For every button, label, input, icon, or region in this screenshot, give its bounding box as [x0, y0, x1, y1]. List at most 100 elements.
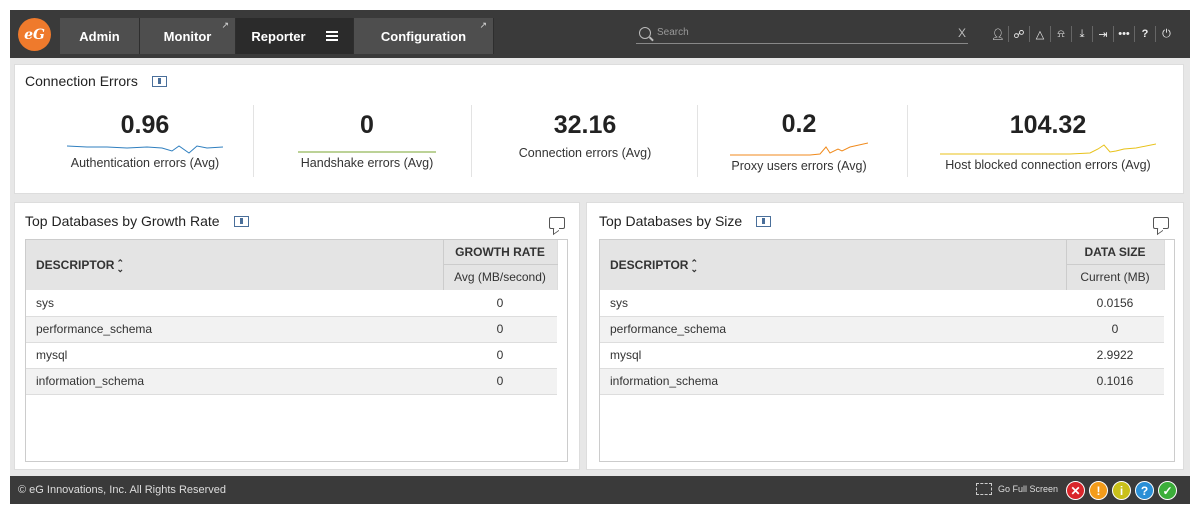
- scrollbar-gutter: [1163, 240, 1174, 290]
- sort-icon[interactable]: ⌃ ⌄: [690, 258, 698, 273]
- monitor-icon[interactable]: [151, 75, 167, 87]
- power-icon[interactable]: ⏻: [1156, 26, 1177, 42]
- metric-label: Handshake errors (Avg): [300, 156, 434, 170]
- table-row[interactable]: sys 0.0156: [600, 290, 1174, 317]
- divider: [697, 105, 698, 177]
- scrollbar-gutter: [1164, 368, 1174, 394]
- fullscreen-label: Go Full Screen: [998, 484, 1059, 494]
- user-icon[interactable]: 👤︎: [988, 26, 1009, 42]
- panel-title: Connection Errors: [25, 73, 167, 89]
- descriptor-header[interactable]: DESCRIPTOR ⌃ ⌄: [26, 240, 444, 290]
- search-icon[interactable]: [639, 26, 651, 39]
- scrollbar-gutter: [1164, 342, 1174, 368]
- critical-status-icon[interactable]: ✕: [1066, 481, 1085, 500]
- descriptor-header[interactable]: DESCRIPTOR ⌃ ⌄: [600, 240, 1067, 290]
- logo-text: eG: [24, 26, 45, 43]
- logout-icon[interactable]: ⇥: [1093, 26, 1114, 42]
- scrollbar-gutter: [557, 368, 567, 394]
- eg-logo[interactable]: eG: [18, 18, 51, 51]
- go-full-screen-button[interactable]: Go Full Screen: [976, 483, 1058, 495]
- fullscreen-icon: [976, 483, 992, 495]
- table-row[interactable]: information_schema 0.1016: [600, 368, 1174, 395]
- monitor-icon[interactable]: [756, 215, 772, 227]
- row-descriptor: information_schema: [26, 368, 443, 395]
- help-icon[interactable]: ?: [1135, 26, 1156, 42]
- row-descriptor: information_schema: [600, 368, 1066, 395]
- alert-icon[interactable]: △: [1030, 26, 1051, 42]
- table-row[interactable]: sys 0: [26, 290, 567, 317]
- sparkline: [730, 142, 868, 156]
- scrollbar-gutter: [557, 316, 567, 342]
- divider: [471, 105, 472, 177]
- major-status-icon[interactable]: !: [1089, 481, 1108, 500]
- external-link-icon[interactable]: ↗: [479, 20, 487, 31]
- table-row[interactable]: mysql 0: [26, 342, 567, 369]
- metric-label: Authentication errors (Avg): [70, 156, 220, 170]
- tab-admin[interactable]: Admin: [60, 18, 140, 54]
- footer-bar: © eG Innovations, Inc. All Rights Reserv…: [10, 476, 1190, 504]
- unknown-status-icon[interactable]: ?: [1135, 481, 1154, 500]
- row-value: 0: [1066, 316, 1164, 343]
- top-nav-bar: eG Admin Monitor ↗ Reporter Configuratio…: [10, 10, 1190, 58]
- metric-value: 32.16: [553, 111, 617, 139]
- scrollbar-gutter: [557, 290, 567, 316]
- clear-search-icon[interactable]: X: [958, 26, 966, 40]
- metric-value: 104.32: [1009, 111, 1087, 139]
- data-size-subheader: Current (MB): [1066, 264, 1164, 290]
- table-row[interactable]: performance_schema 0: [600, 316, 1174, 343]
- tab-configuration-label: Configuration: [380, 28, 467, 44]
- row-value: 0: [443, 290, 557, 317]
- menu-icon[interactable]: [325, 31, 338, 41]
- normal-status-icon[interactable]: ✓: [1158, 481, 1177, 500]
- scrollbar-gutter: [557, 342, 567, 368]
- minor-status-icon[interactable]: i: [1112, 481, 1131, 500]
- growth-rate-table: DESCRIPTOR ⌃ ⌄ GROWTH RATE Avg (MB/second)…: [25, 239, 568, 462]
- sparkline: [298, 151, 436, 153]
- search-input[interactable]: [657, 27, 937, 38]
- tab-reporter[interactable]: Reporter: [236, 18, 354, 54]
- row-value: 0: [443, 342, 557, 369]
- bell-icon[interactable]: ⍾: [1051, 26, 1072, 42]
- app-frame: eG Admin Monitor ↗ Reporter Configuratio…: [10, 10, 1190, 504]
- status-indicators: ✕ ! i ? ✓: [1066, 481, 1181, 500]
- scrollbar-gutter: [556, 240, 567, 290]
- row-value: 0.0156: [1066, 290, 1164, 317]
- external-link-icon[interactable]: ↗: [221, 20, 229, 31]
- metric-connection-errors[interactable]: 32.16 Connection errors (Avg): [479, 103, 691, 183]
- tab-monitor[interactable]: Monitor ↗: [140, 18, 236, 54]
- row-value: 0.1016: [1066, 368, 1164, 395]
- table-row[interactable]: mysql 2.9922: [600, 342, 1174, 369]
- comment-icon[interactable]: [1153, 217, 1169, 229]
- copyright-text: © eG Innovations, Inc. All Rights Reserv…: [18, 484, 227, 496]
- row-descriptor: sys: [26, 290, 443, 317]
- comment-icon[interactable]: [549, 217, 565, 229]
- metric-value: 0.96: [120, 111, 170, 139]
- metric-authentication-errors[interactable]: 0.96 Authentication errors (Avg): [35, 103, 255, 183]
- search-box: X: [636, 22, 968, 44]
- growth-rate-header: GROWTH RATE: [443, 240, 557, 265]
- growth-rate-title: Top Databases by Growth Rate: [25, 213, 220, 229]
- more-icon[interactable]: •••: [1114, 26, 1135, 42]
- metric-handshake-errors[interactable]: 0 Handshake errors (Avg): [267, 103, 467, 183]
- size-panel: Top Databases by Size DESCRIPTOR ⌃ ⌄ DATA …: [586, 202, 1184, 470]
- tab-admin-label: Admin: [79, 28, 120, 44]
- descriptor-header-label: DESCRIPTOR: [610, 258, 689, 272]
- sort-icon[interactable]: ⌃ ⌄: [116, 258, 124, 273]
- toolbar-icons: 👤︎ ☍ △ ⍾ ⤓ ⇥ ••• ? ⏻: [988, 24, 1177, 44]
- monitor-icon[interactable]: [233, 215, 249, 227]
- metric-proxy-users-errors[interactable]: 0.2 Proxy users errors (Avg): [709, 103, 889, 183]
- table-row[interactable]: performance_schema 0: [26, 316, 567, 343]
- panel-title: Top Databases by Growth Rate: [25, 213, 249, 229]
- metric-host-blocked-errors[interactable]: 104.32 Host blocked connection errors (A…: [935, 103, 1161, 183]
- size-title: Top Databases by Size: [599, 213, 743, 229]
- row-value: 2.9922: [1066, 342, 1164, 369]
- sparkline: [580, 142, 590, 144]
- metric-value: 0: [360, 111, 374, 139]
- download-icon[interactable]: ⤓: [1072, 26, 1093, 42]
- metric-label: Connection errors (Avg): [518, 146, 652, 160]
- link-icon[interactable]: ☍: [1009, 26, 1030, 42]
- tab-configuration[interactable]: Configuration ↗: [354, 18, 494, 54]
- table-row[interactable]: information_schema 0: [26, 368, 567, 395]
- size-table: DESCRIPTOR ⌃ ⌄ DATA SIZE Current (MB) sys 0…: [599, 239, 1175, 462]
- row-value: 0: [443, 368, 557, 395]
